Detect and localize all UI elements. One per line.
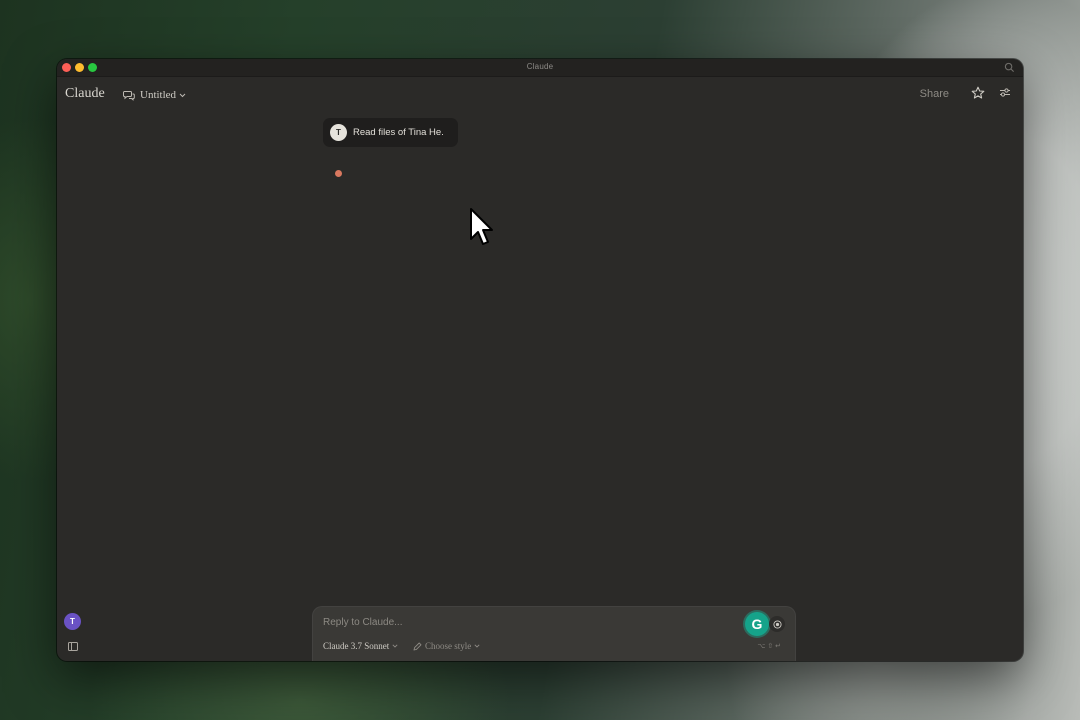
user-message: T Read files of Tina He. [323,118,458,147]
search-icon[interactable] [1004,62,1015,73]
sidebar-toggle-icon[interactable] [68,642,78,651]
thinking-indicator [335,170,342,177]
mouse-cursor-icon [470,208,493,245]
conversation-title-dropdown[interactable]: Untitled [123,86,191,104]
composer: Claude 3.7 Sonnet Choose style G ⌥ ⇧ ↵ [312,606,796,661]
grammarly-button[interactable]: G [745,612,769,636]
model-selector[interactable]: Claude 3.7 Sonnet [323,641,398,651]
user-message-text: Read files of Tina He. [353,127,444,138]
style-selector[interactable]: Choose style [413,641,480,651]
brand-logo[interactable]: Claude [65,86,105,102]
send-shortcut-hint: ⌥ ⇧ ↵ [757,643,781,650]
chat-bubbles-icon [123,90,135,101]
chevron-down-icon [392,644,398,648]
account-avatar[interactable]: T [64,613,81,630]
window-title: Claude [526,62,554,71]
record-icon [772,619,782,629]
chevron-down-icon [474,644,480,648]
attach-button[interactable] [769,616,785,632]
share-button[interactable]: Share [920,88,949,100]
model-name: Claude 3.7 Sonnet [323,641,390,651]
title-bar: Claude [57,59,1023,77]
reply-input[interactable] [323,614,723,630]
pen-icon [413,642,422,650]
chevron-down-icon [179,93,186,97]
app-header: Claude Untitled Share [57,77,1023,113]
star-icon[interactable] [971,86,985,100]
app-window: Claude Claude Untitled Share T Read file… [57,59,1023,661]
user-message-avatar: T [330,124,347,141]
settings-sliders-icon[interactable] [999,87,1011,98]
conversation-title: Untitled [140,89,177,101]
style-label: Choose style [425,641,472,651]
